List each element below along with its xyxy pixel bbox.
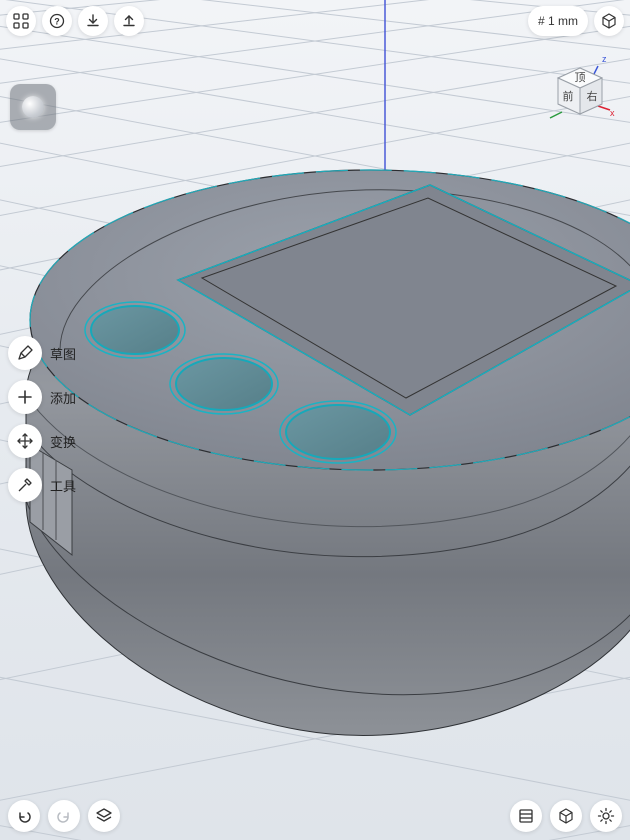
display-mode-button[interactable] [550, 800, 582, 832]
viewport-3d[interactable] [0, 0, 630, 840]
export-button[interactable] [114, 6, 144, 36]
snap-label: # 1 mm [538, 14, 578, 28]
views-button[interactable] [510, 800, 542, 832]
layers-icon [95, 807, 113, 825]
tool-transform-label: 变换 [50, 432, 76, 451]
export-icon [121, 13, 137, 29]
undo-button[interactable] [8, 800, 40, 832]
tool-sketch[interactable]: 草图 [8, 336, 76, 370]
side-tool-menu: 草图 添加 变换 工具 [8, 336, 76, 502]
svg-text:?: ? [54, 17, 60, 27]
home-view-button[interactable] [594, 6, 624, 36]
settings-button[interactable] [590, 800, 622, 832]
redo-button[interactable] [48, 800, 80, 832]
tool-tools-label: 工具 [50, 476, 76, 495]
appearance-orb-icon [22, 96, 44, 118]
import-button[interactable] [78, 6, 108, 36]
display-mode-icon [557, 807, 575, 825]
tool-add-label: 添加 [50, 388, 76, 407]
axis-x-label: x [610, 108, 615, 118]
import-icon [85, 13, 101, 29]
tool-tools[interactable]: 工具 [8, 468, 76, 502]
plus-icon [16, 388, 34, 406]
view-cube[interactable]: z x 顶 前 右 [540, 48, 620, 138]
home-view-icon [600, 12, 618, 30]
menu-button[interactable] [6, 6, 36, 36]
cube-front-label: 前 [563, 89, 574, 103]
tool-add[interactable]: 添加 [8, 380, 76, 414]
appearance-button[interactable] [10, 84, 56, 130]
axis-z-label: z [602, 54, 607, 64]
tool-transform[interactable]: 变换 [8, 424, 76, 458]
layers-button[interactable] [88, 800, 120, 832]
help-button[interactable]: ? [42, 6, 72, 36]
tool-sketch-label: 草图 [50, 344, 76, 363]
help-icon: ? [49, 13, 65, 29]
redo-icon [56, 808, 72, 824]
undo-icon [16, 808, 32, 824]
cube-right-label: 右 [587, 89, 598, 103]
grid-plane [0, 0, 630, 840]
settings-icon [597, 807, 615, 825]
hammer-icon [16, 476, 34, 494]
views-list-icon [517, 807, 535, 825]
snap-setting[interactable]: # 1 mm [528, 6, 588, 36]
grid-menu-icon [13, 13, 29, 29]
cube-top-label: 顶 [575, 71, 586, 84]
move-icon [16, 432, 34, 450]
pencil-icon [16, 344, 34, 362]
